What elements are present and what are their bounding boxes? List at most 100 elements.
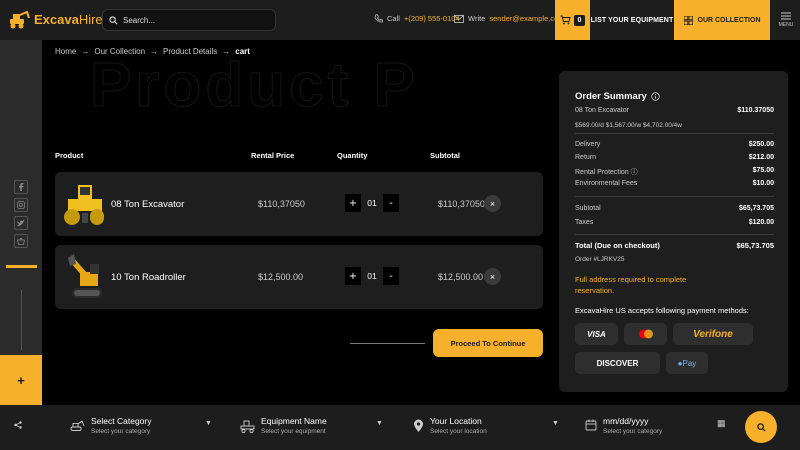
search-submit-button[interactable]: [745, 411, 777, 443]
fee-row: Delivery $250.00: [575, 141, 774, 148]
category-select[interactable]: Select Category Select your category: [70, 416, 151, 435]
order-number: Order #LJRKV25: [575, 256, 625, 263]
pay-label: Pay: [682, 358, 697, 368]
mastercard-payment-icon: [624, 323, 667, 345]
logo-text-bold: Excava: [34, 11, 79, 27]
our-collection-label: OUR COLLECTION: [697, 16, 761, 24]
top-header: ExcavaHire Call +(209) 555-0104 Write se…: [0, 0, 800, 40]
category-label: Select Category: [91, 416, 152, 426]
remove-item-button[interactable]: ×: [484, 268, 501, 285]
cart-button[interactable]: 0: [555, 0, 590, 40]
logo-text: ExcavaHire: [34, 12, 103, 27]
search-box[interactable]: [102, 9, 276, 31]
info-icon[interactable]: [651, 92, 660, 101]
excavator-thumbnail: [68, 254, 102, 298]
instagram-icon[interactable]: [14, 198, 28, 212]
share-icon[interactable]: [14, 421, 22, 431]
discover-payment-icon: DISCOVER: [575, 352, 660, 374]
twitter-icon[interactable]: [14, 216, 28, 230]
payment-methods-title: ExcavaHire US accepts following payment …: [575, 306, 749, 315]
search-input[interactable]: [123, 15, 263, 25]
close-icon: ×: [489, 198, 496, 209]
background-title: Product P: [90, 51, 419, 121]
date-sub: Select your category: [603, 428, 663, 435]
subtotal-label: Subtotal: [575, 205, 601, 212]
remove-item-button[interactable]: ×: [484, 195, 501, 212]
equipment-label: Equipment Name: [261, 416, 327, 426]
category-sub: Select your category: [91, 428, 151, 435]
cart-count-badge: 0: [574, 14, 585, 26]
breadcrumb-collection[interactable]: Our Collection: [94, 47, 145, 56]
summary-item-value: $110.37050: [737, 107, 774, 114]
info-icon[interactable]: ⓘ: [631, 169, 638, 176]
summary-divider: [575, 133, 774, 134]
summary-item-name: 08 Ton Excavator: [575, 107, 629, 114]
breadcrumb: Home → Our Collection → Product Details …: [55, 47, 250, 56]
taxes-value: $120.00: [748, 219, 774, 226]
left-sidebar: [0, 40, 42, 405]
logo[interactable]: ExcavaHire: [8, 9, 103, 29]
app-root: ExcavaHire Call +(209) 555-0104 Write se…: [0, 0, 800, 450]
sidebar-accent-line: [6, 265, 37, 268]
email-address: sender@example.com: [489, 14, 565, 23]
calendar-icon: [585, 419, 597, 431]
fee-row: Environmental Fees $10.00: [575, 180, 774, 187]
excavator-logo-icon: [10, 10, 30, 29]
list-equipment-button[interactable]: LIST YOUR EQUIPMENT: [590, 0, 674, 40]
product-name[interactable]: 10 Ton Roadroller: [111, 272, 186, 283]
roller-thumbnail: [64, 185, 104, 225]
taxes-label: Taxes: [575, 219, 594, 226]
chevron-down-icon[interactable]: ▼: [552, 420, 559, 427]
quantity-increase-button[interactable]: +: [345, 194, 361, 212]
visa-payment-icon: VISA: [575, 323, 618, 345]
fee-label: Environmental Fees: [575, 180, 638, 187]
date-input[interactable]: mm/dd/yyyy Select your category: [585, 416, 662, 435]
fee-value: $10.00: [752, 180, 774, 187]
quantity-increase-button[interactable]: +: [345, 267, 361, 285]
bottom-search-bar: Select Category Select your category ▼ E…: [0, 405, 800, 450]
quantity-decrease-button[interactable]: -: [383, 267, 399, 285]
fee-value: $250.00: [748, 141, 774, 148]
our-collection-button[interactable]: OUR COLLECTION: [674, 0, 770, 40]
search-icon: [109, 15, 118, 24]
proceed-divider: [350, 343, 425, 344]
close-icon: ×: [489, 271, 496, 282]
quantity-stepper: + 01 -: [345, 194, 399, 212]
quantity-decrease-button[interactable]: -: [383, 194, 399, 212]
quantity-value: 01: [367, 271, 377, 281]
logo-text-light: Hire: [78, 11, 103, 27]
chevron-down-icon[interactable]: ▼: [376, 420, 383, 427]
breadcrumb-product-details[interactable]: Product Details: [163, 47, 217, 56]
verifone-payment-icon: Verifone: [673, 323, 753, 345]
menu-button[interactable]: MENU: [772, 0, 800, 40]
total-label: Total (Due on checkout): [575, 241, 660, 250]
chevron-down-icon[interactable]: ▼: [205, 420, 212, 427]
grid-icon: [683, 15, 693, 25]
product-name[interactable]: 08 Ton Excavator: [111, 199, 184, 210]
equipment-select[interactable]: Equipment Name Select your equipment: [240, 416, 327, 435]
cart-icon: [560, 15, 571, 25]
quantity-stepper: + 01 -: [345, 267, 399, 285]
email-contact[interactable]: Write sender@example.com: [454, 14, 565, 23]
breadcrumb-current: cart: [235, 47, 250, 56]
phone-contact[interactable]: Call +(209) 555-0104: [374, 14, 460, 23]
add-button[interactable]: +: [0, 355, 42, 405]
fee-label: Return: [575, 154, 597, 161]
address-warning: Full address required to complete reserv…: [575, 275, 687, 295]
shopping-basket-icon[interactable]: [14, 234, 28, 248]
fee-row: Rental Protection ⓘ $75.00: [575, 167, 774, 177]
location-pin-icon: [414, 419, 423, 432]
product-price: $12,500.00: [258, 272, 304, 282]
calendar-picker-icon[interactable]: ▦: [717, 418, 726, 429]
facebook-icon[interactable]: [14, 180, 28, 194]
phone-number: +(209) 555-0104: [403, 14, 460, 23]
menu-label: MENU: [778, 22, 794, 28]
location-select[interactable]: Your Location Select your location: [413, 416, 487, 435]
roller-icon: [240, 420, 255, 433]
apple-pay-payment-icon: ● Pay: [666, 352, 708, 374]
breadcrumb-home[interactable]: Home: [55, 47, 76, 56]
proceed-button[interactable]: Proceed To Continue: [433, 329, 543, 357]
fee-value: $75.00: [752, 167, 774, 174]
column-rental-price: Rental Price: [251, 151, 295, 160]
arrow-right-icon: →: [81, 47, 90, 56]
